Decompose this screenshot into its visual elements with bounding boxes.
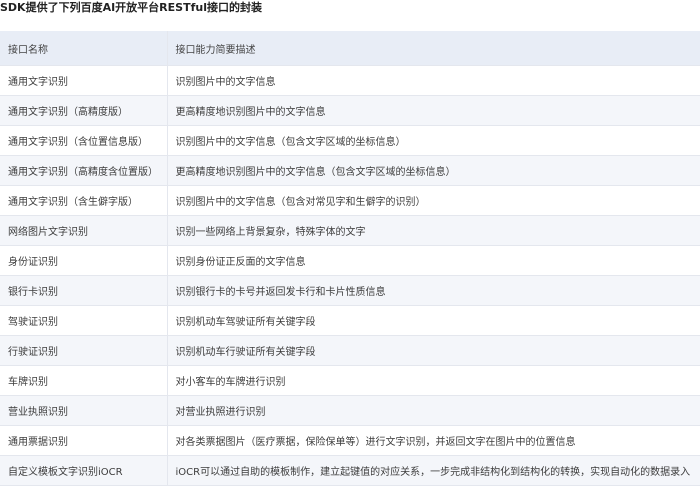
api-description-cell: 更高精度地识别图片中的文字信息 <box>167 95 700 126</box>
api-description-cell: 识别图片中的文字信息 <box>167 65 700 96</box>
table-row: 营业执照识别 对营业执照进行识别 <box>0 395 700 426</box>
api-description-cell: 识别一些网络上背景复杂，特殊字体的文字 <box>167 215 700 246</box>
api-name-cell: 通用文字识别（含位置信息版） <box>0 125 168 156</box>
table-row: 通用文字识别（含位置信息版） 识别图片中的文字信息（包含文字区域的坐标信息） <box>0 125 700 156</box>
table-row: 通用文字识别（高精度含位置版） 更高精度地识别图片中的文字信息（包含文字区域的坐标… <box>0 155 700 186</box>
table-row: 通用文字识别 识别图片中的文字信息 <box>0 65 700 96</box>
api-description-cell: 识别图片中的文字信息（包含对常见字和生僻字的识别） <box>167 185 700 216</box>
api-name-cell: 通用文字识别 <box>0 65 168 96</box>
api-name-cell: 银行卡识别 <box>0 275 168 306</box>
api-name-cell: 车牌识别 <box>0 365 168 396</box>
table-body: 通用文字识别 识别图片中的文字信息 通用文字识别（高精度版） 更高精度地识别图片中的… <box>0 65 700 486</box>
table-row: 身份证识别 识别身份证正反面的文字信息 <box>0 245 700 276</box>
table-row: 银行卡识别 识别银行卡的卡号并返回发卡行和卡片性质信息 <box>0 275 700 306</box>
table-row: 网络图片文字识别 识别一些网络上背景复杂，特殊字体的文字 <box>0 215 700 246</box>
api-description-cell: 识别机动车行驶证所有关键字段 <box>167 335 700 366</box>
api-name-cell: 通用票据识别 <box>0 425 168 456</box>
api-description-cell: 更高精度地识别图片中的文字信息（包含文字区域的坐标信息） <box>167 155 700 186</box>
table-caption: SDK提供了下列百度AI开放平台RESTful接口的封装 <box>0 1 262 14</box>
table-row: 驾驶证识别 识别机动车驾驶证所有关键字段 <box>0 305 700 336</box>
table-row: 车牌识别 对小客车的车牌进行识别 <box>0 365 700 396</box>
api-description-cell: 对小客车的车牌进行识别 <box>167 365 700 396</box>
header-api-name: 接口名称 <box>0 31 168 66</box>
api-description-cell: 对营业执照进行识别 <box>167 395 700 426</box>
api-name-cell: 营业执照识别 <box>0 395 168 426</box>
header-api-description: 接口能力简要描述 <box>167 31 700 66</box>
api-name-cell: 网络图片文字识别 <box>0 215 168 246</box>
api-description-cell: 识别图片中的文字信息（包含文字区域的坐标信息） <box>167 125 700 156</box>
api-name-cell: 通用文字识别（高精度含位置版） <box>0 155 168 186</box>
api-name-cell: 通用文字识别（含生僻字版） <box>0 185 168 216</box>
table-row: 行驶证识别 识别机动车行驶证所有关键字段 <box>0 335 700 366</box>
api-description-cell: 识别机动车驾驶证所有关键字段 <box>167 305 700 336</box>
table-row: 通用文字识别（高精度版） 更高精度地识别图片中的文字信息 <box>0 95 700 126</box>
api-description-cell: 对各类票据图片（医疗票据，保险保单等）进行文字识别，并返回文字在图片中的位置信息 <box>167 425 700 456</box>
api-table: 接口名称 接口能力简要描述 通用文字识别 识别图片中的文字信息 通用文字识别（高精… <box>0 31 700 486</box>
table-row: 通用票据识别 对各类票据图片（医疗票据，保险保单等）进行文字识别，并返回文字在图片… <box>0 425 700 456</box>
table-header-row: 接口名称 接口能力简要描述 <box>0 31 700 66</box>
table-row: 通用文字识别（含生僻字版） 识别图片中的文字信息（包含对常见字和生僻字的识别） <box>0 185 700 216</box>
api-name-cell: 驾驶证识别 <box>0 305 168 336</box>
api-name-cell: 身份证识别 <box>0 245 168 276</box>
api-description-cell: 识别银行卡的卡号并返回发卡行和卡片性质信息 <box>167 275 700 306</box>
api-name-cell: 通用文字识别（高精度版） <box>0 95 168 126</box>
api-description-cell: 识别身份证正反面的文字信息 <box>167 245 700 276</box>
api-name-cell: 行驶证识别 <box>0 335 168 366</box>
